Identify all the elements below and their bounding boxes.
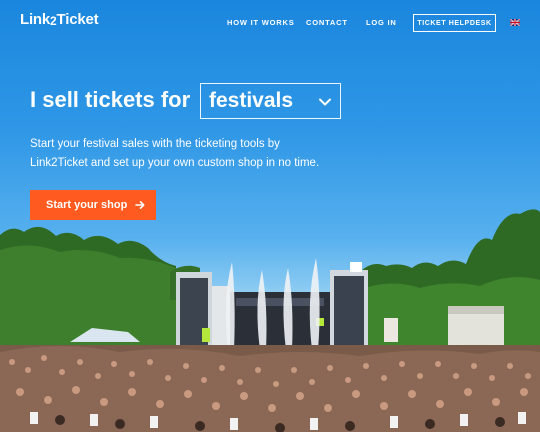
uk-flag-icon[interactable] (510, 19, 520, 26)
logo-text-ticket: Ticket (56, 11, 99, 28)
nav-log-in[interactable]: LOG IN (366, 18, 397, 27)
hero-headline: I sell tickets for (30, 87, 191, 112)
category-select-value: festivals (209, 89, 294, 112)
ticket-helpdesk-button[interactable]: TICKET HELPDESK (413, 14, 496, 32)
chevron-down-icon (319, 98, 331, 106)
nav-contact[interactable]: CONTACT (306, 18, 348, 27)
category-select[interactable]: festivals (200, 83, 341, 119)
hero-subtext: Start your festival sales with the ticke… (30, 138, 320, 169)
logo-text-two: 2 (50, 14, 57, 28)
hero-section: Link2Ticket HOW IT WORKS CONTACT LOG IN … (0, 0, 540, 432)
arrow-right-icon (135, 201, 145, 209)
logo-text-link: Link (20, 11, 51, 28)
top-navigation: Link2Ticket HOW IT WORKS CONTACT LOG IN … (0, 0, 540, 46)
start-your-shop-label: Start your shop (46, 199, 128, 211)
link2ticket-logo[interactable]: Link2Ticket (20, 11, 99, 28)
start-your-shop-button[interactable]: Start your shop (30, 190, 156, 220)
nav-how-it-works[interactable]: HOW IT WORKS (227, 18, 295, 27)
